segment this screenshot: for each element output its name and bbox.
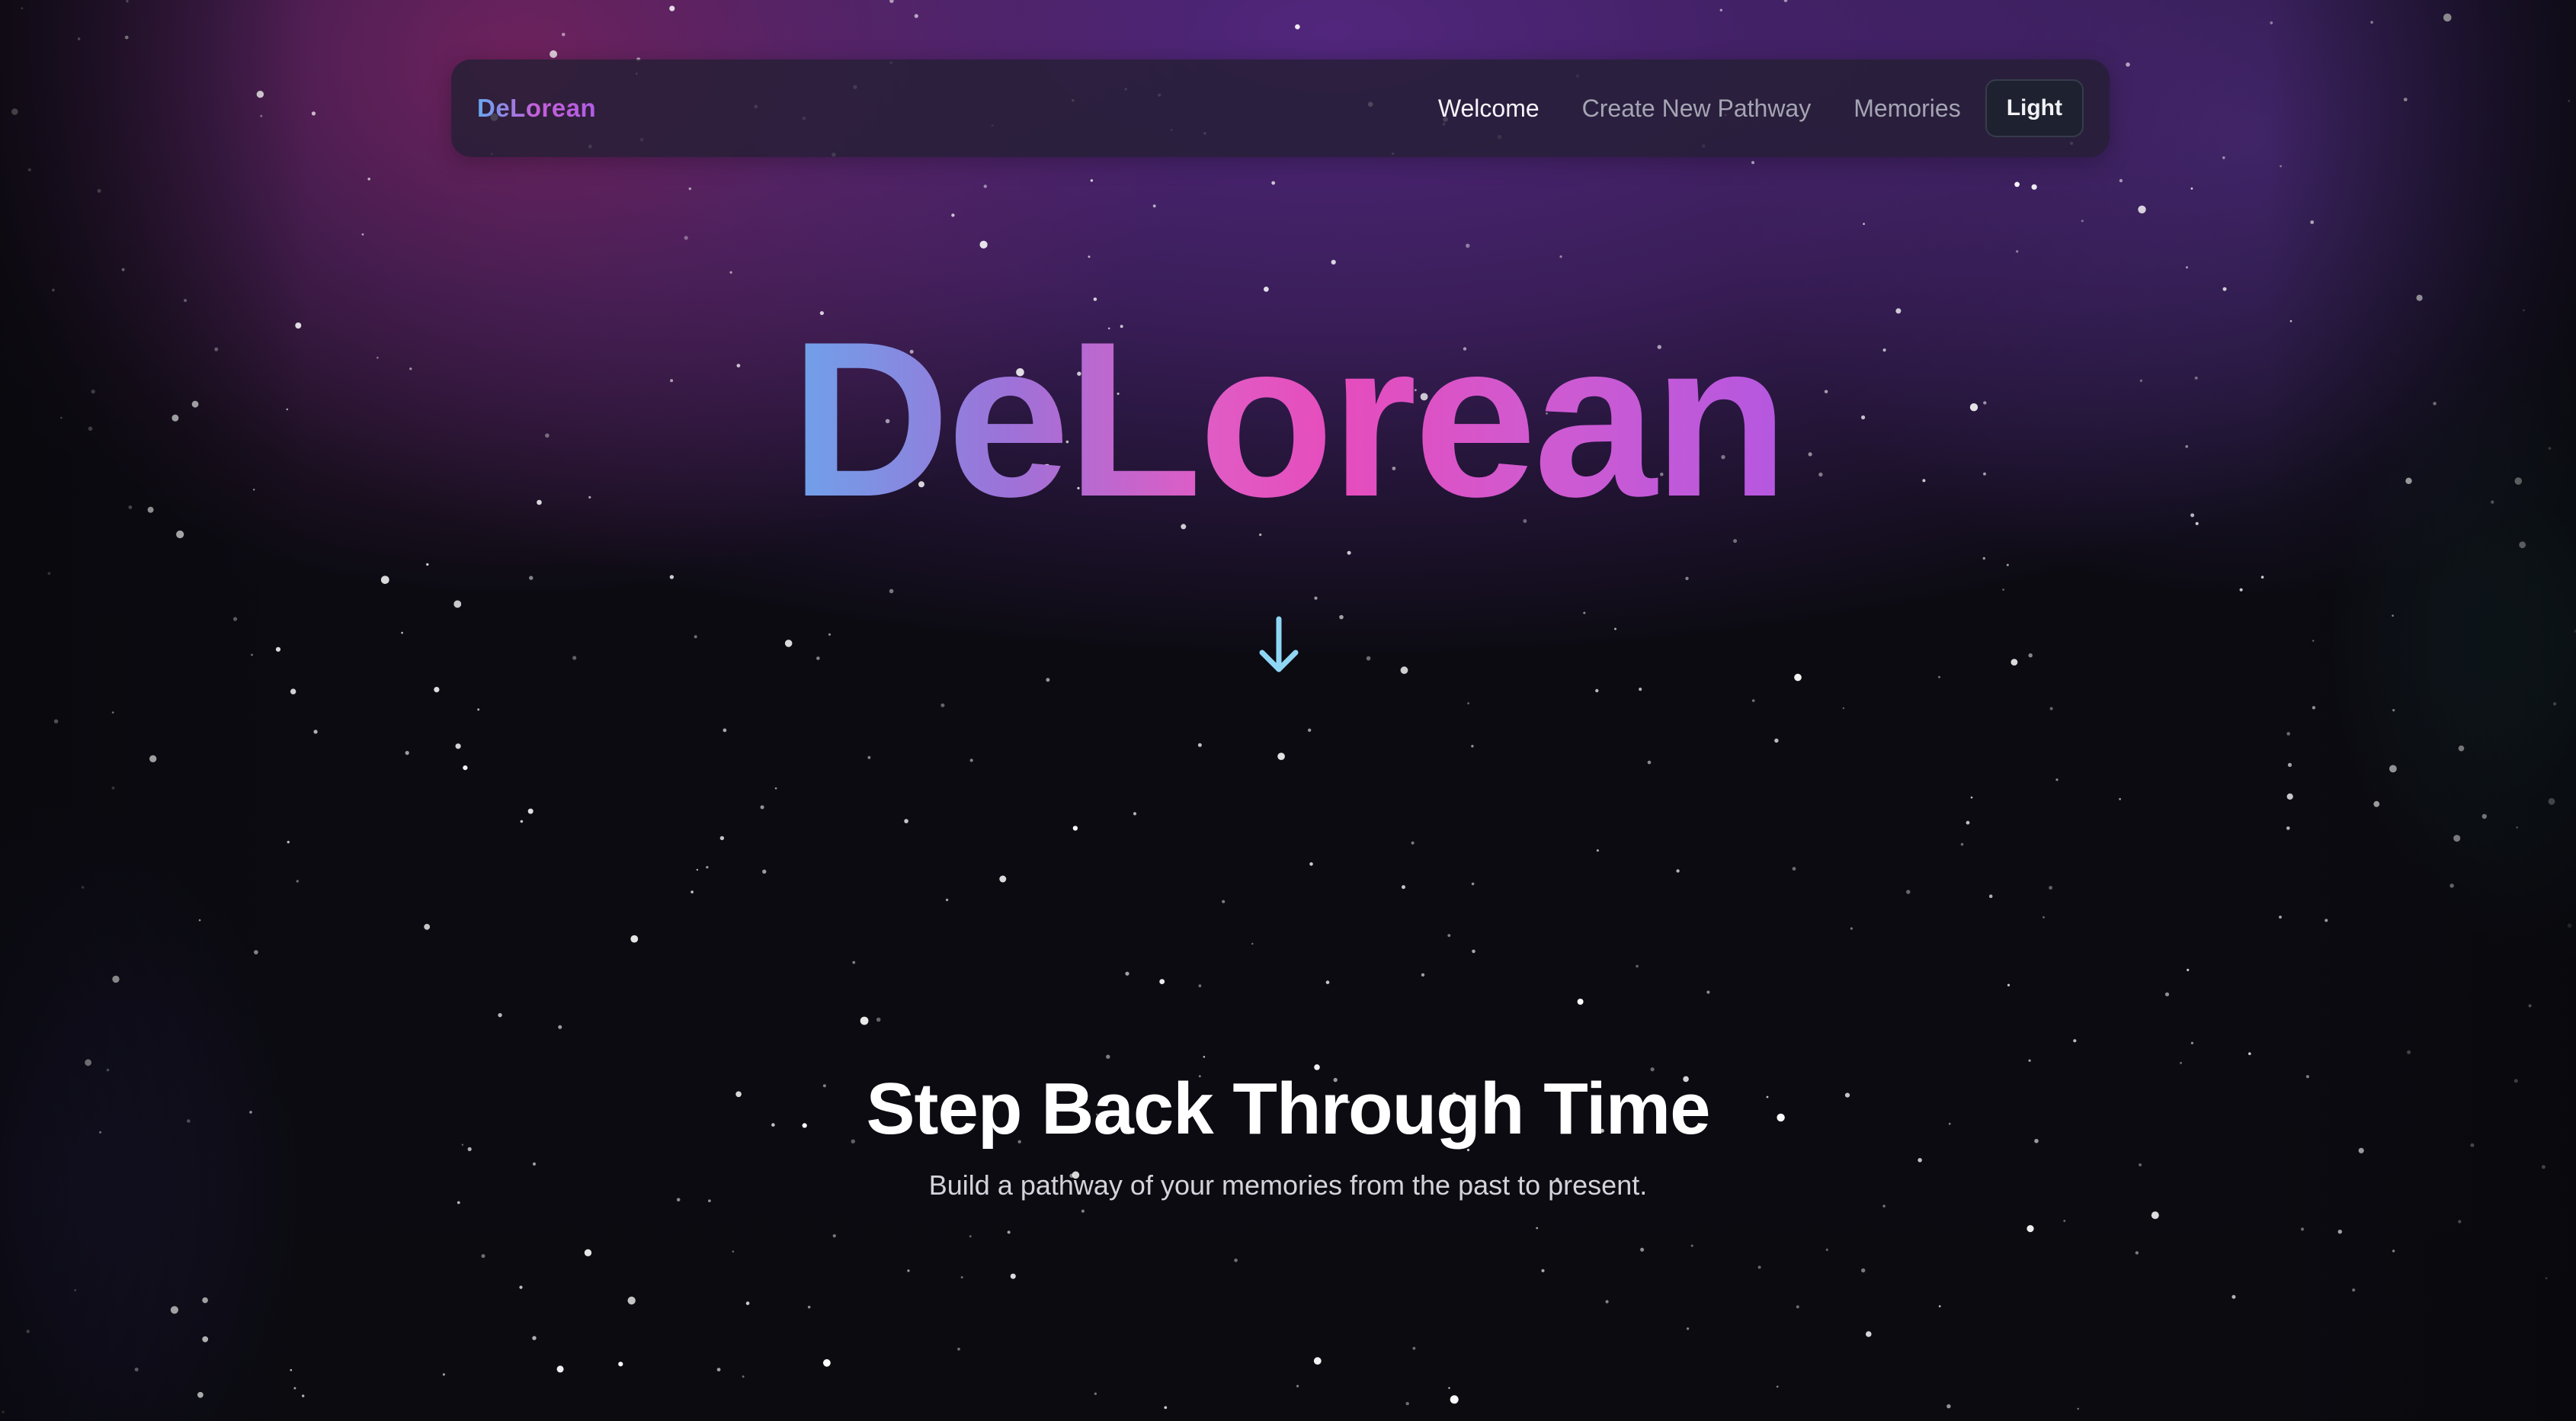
top-navbar: DeLorean Welcome Create New Pathway Memo… [451,59,2110,157]
section-subtitle: Build a pathway of your memories from th… [928,1169,1648,1201]
page: DeLorean Welcome Create New Pathway Memo… [0,0,2576,1421]
brand-logo[interactable]: DeLorean [477,94,596,123]
nav-link-memories[interactable]: Memories [1854,95,1960,123]
section-title: Step Back Through Time [866,1068,1710,1150]
nav-link-create-new-pathway[interactable]: Create New Pathway [1582,95,1812,123]
edge-vignette [0,0,2576,1421]
nav-links: Welcome Create New Pathway Memories Ligh… [1438,79,2084,137]
arrow-down-icon[interactable] [1256,616,1302,674]
hero-title-text: DeLorean [790,296,1789,543]
nav-link-welcome[interactable]: Welcome [1438,95,1540,123]
theme-toggle-button[interactable]: Light [1985,79,2084,137]
starfield [2,0,2576,1414]
hero-title: DeLorean [0,309,2576,530]
